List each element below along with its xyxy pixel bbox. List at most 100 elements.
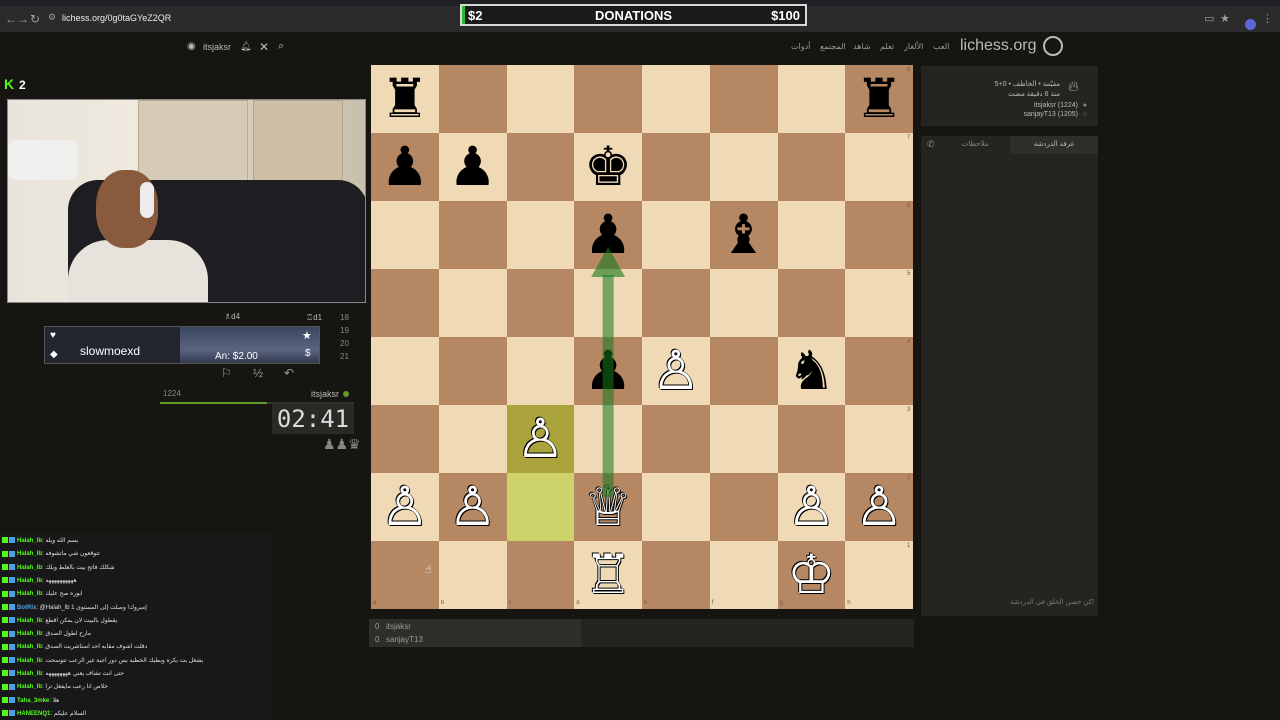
square-e8[interactable] xyxy=(642,65,710,133)
move-partial[interactable]: ♗d4 xyxy=(224,312,240,321)
tab-chat-room[interactable]: غرفة الدردشة xyxy=(1010,136,1098,154)
chat-username[interactable]: BotRix xyxy=(17,605,36,611)
square-b1[interactable] xyxy=(438,541,507,609)
piece-d2[interactable]: ♕ xyxy=(574,473,642,541)
square-e6[interactable] xyxy=(642,201,710,269)
chat-username[interactable]: Halah_lb xyxy=(17,671,42,677)
piece-d1[interactable]: ♖ xyxy=(574,541,642,609)
piece-c3[interactable]: ♙ xyxy=(507,405,575,473)
site-info-icon[interactable]: ⚙ xyxy=(48,12,56,23)
square-e2[interactable] xyxy=(642,473,710,541)
chat-username[interactable]: Taha_3mke xyxy=(17,698,49,704)
cast-icon[interactable]: ▭ xyxy=(1204,12,1214,25)
offer-draw-button[interactable]: ½ xyxy=(253,366,263,380)
square-b5[interactable] xyxy=(438,269,507,337)
chat-username[interactable]: Halah_lb xyxy=(17,565,42,571)
chat-username[interactable]: HANEENQ1 xyxy=(17,711,50,717)
nav-puzzles[interactable]: الألغاز xyxy=(904,42,923,51)
phone-icon[interactable]: ✆ xyxy=(927,139,935,150)
square-e7[interactable] xyxy=(642,133,710,201)
square-c4[interactable] xyxy=(506,337,575,405)
square-d3[interactable] xyxy=(574,405,642,473)
lichess-logo-icon[interactable] xyxy=(1043,36,1063,56)
square-c1[interactable] xyxy=(506,541,575,609)
nav-community[interactable]: المجتمع xyxy=(820,42,846,51)
move-cell[interactable]: ♖d1 xyxy=(306,313,322,322)
profile-avatar[interactable] xyxy=(1245,19,1256,30)
nav-watch[interactable]: شاهد xyxy=(853,42,871,51)
piece-g2[interactable]: ♙ xyxy=(778,473,846,541)
square-h4[interactable] xyxy=(845,337,913,405)
resign-flag-icon[interactable]: ⚐ xyxy=(221,366,232,380)
chat-input[interactable]: كن حسن الخلق في الدردشة! xyxy=(921,598,1098,612)
square-f8[interactable] xyxy=(709,65,778,133)
piece-b7[interactable]: ♟ xyxy=(439,133,507,201)
square-f3[interactable] xyxy=(709,405,778,473)
piece-g1[interactable]: ♔ xyxy=(778,541,846,609)
square-g6[interactable] xyxy=(777,201,846,269)
square-g7[interactable] xyxy=(777,133,846,201)
square-b4[interactable] xyxy=(438,337,507,405)
nav-learn[interactable]: تعلم xyxy=(880,42,894,51)
square-e5[interactable] xyxy=(642,269,710,337)
piece-h8[interactable]: ♜ xyxy=(845,65,913,133)
piece-g4[interactable]: ♞ xyxy=(778,337,846,405)
square-a4[interactable] xyxy=(371,337,439,405)
square-g3[interactable] xyxy=(777,405,846,473)
square-c2[interactable] xyxy=(506,473,575,541)
square-b6[interactable] xyxy=(438,201,507,269)
square-a3[interactable] xyxy=(371,405,439,473)
square-e1[interactable] xyxy=(642,541,710,609)
piece-f6[interactable]: ♝ xyxy=(710,201,778,269)
square-f1[interactable] xyxy=(709,541,778,609)
search-icon[interactable]: ⌕ xyxy=(278,40,284,53)
star-icon[interactable]: ★ xyxy=(1220,12,1230,25)
chat-username[interactable]: Halah_lb xyxy=(17,658,42,664)
square-f7[interactable] xyxy=(709,133,778,201)
piece-a7[interactable]: ♟ xyxy=(371,133,439,201)
piece-b2[interactable]: ♙ xyxy=(439,473,507,541)
nav-play[interactable]: العب xyxy=(933,42,949,51)
chat-username[interactable]: Halah_lb xyxy=(17,591,42,597)
square-f5[interactable] xyxy=(709,269,778,337)
square-a5[interactable] xyxy=(371,269,439,337)
takeback-icon[interactable]: ↶ xyxy=(284,366,294,380)
square-c8[interactable] xyxy=(506,65,575,133)
square-f4[interactable] xyxy=(709,337,778,405)
piece-d6[interactable]: ♟ xyxy=(574,201,642,269)
player-2[interactable]: sanjayT13 (1205) xyxy=(1024,111,1078,118)
nav-tools[interactable]: أدوات xyxy=(791,42,810,51)
square-d8[interactable] xyxy=(574,65,642,133)
site-logo[interactable]: lichess.org xyxy=(960,37,1036,55)
piece-e4[interactable]: ♙ xyxy=(642,337,710,405)
piece-d7[interactable]: ♚ xyxy=(574,133,642,201)
player-name[interactable]: itsjaksr xyxy=(386,622,411,631)
player-name[interactable]: itsjaksr xyxy=(311,389,339,399)
chat-username[interactable]: Halah_lb xyxy=(17,618,42,624)
square-h7[interactable] xyxy=(845,133,913,201)
address-bar[interactable]: lichess.org/0g0taGYeZ2QR xyxy=(62,13,171,23)
square-c7[interactable] xyxy=(506,133,575,201)
chess-board[interactable]: ♜ ♜ ♟ ♟ ♚ ♟ ♝ ♟ ♙ ♞ ♙ ♙ ♙ ♕ ♙ ♙ ♖ ♔ a b c d e f g h 1 2 3 4 5 6 7 8 xyxy=(371,65,913,609)
piece-h2[interactable]: ♙ xyxy=(845,473,913,541)
tab-notes[interactable]: ملاحظات xyxy=(941,136,1009,154)
chat-username[interactable]: Halah_lb xyxy=(17,578,42,584)
square-h3[interactable] xyxy=(845,405,913,473)
square-g5[interactable] xyxy=(777,269,846,337)
user-icon[interactable]: ◉ xyxy=(187,41,196,52)
chat-username[interactable]: Halah_lb xyxy=(17,538,42,544)
piece-d4[interactable]: ♟ xyxy=(574,337,642,405)
square-b3[interactable] xyxy=(438,405,507,473)
close-icon[interactable]: ✕ xyxy=(259,40,269,54)
square-g8[interactable] xyxy=(777,65,846,133)
square-f2[interactable] xyxy=(709,473,778,541)
square-b8[interactable] xyxy=(438,65,507,133)
square-c5[interactable] xyxy=(506,269,575,337)
piece-a2[interactable]: ♙ xyxy=(371,473,439,541)
square-h1[interactable] xyxy=(845,541,913,609)
square-h5[interactable] xyxy=(845,269,913,337)
player-name[interactable]: sanjayT13 xyxy=(386,635,423,644)
square-c6[interactable] xyxy=(506,201,575,269)
chat-username[interactable]: Halah_lb xyxy=(17,551,42,557)
square-e3[interactable] xyxy=(642,405,710,473)
